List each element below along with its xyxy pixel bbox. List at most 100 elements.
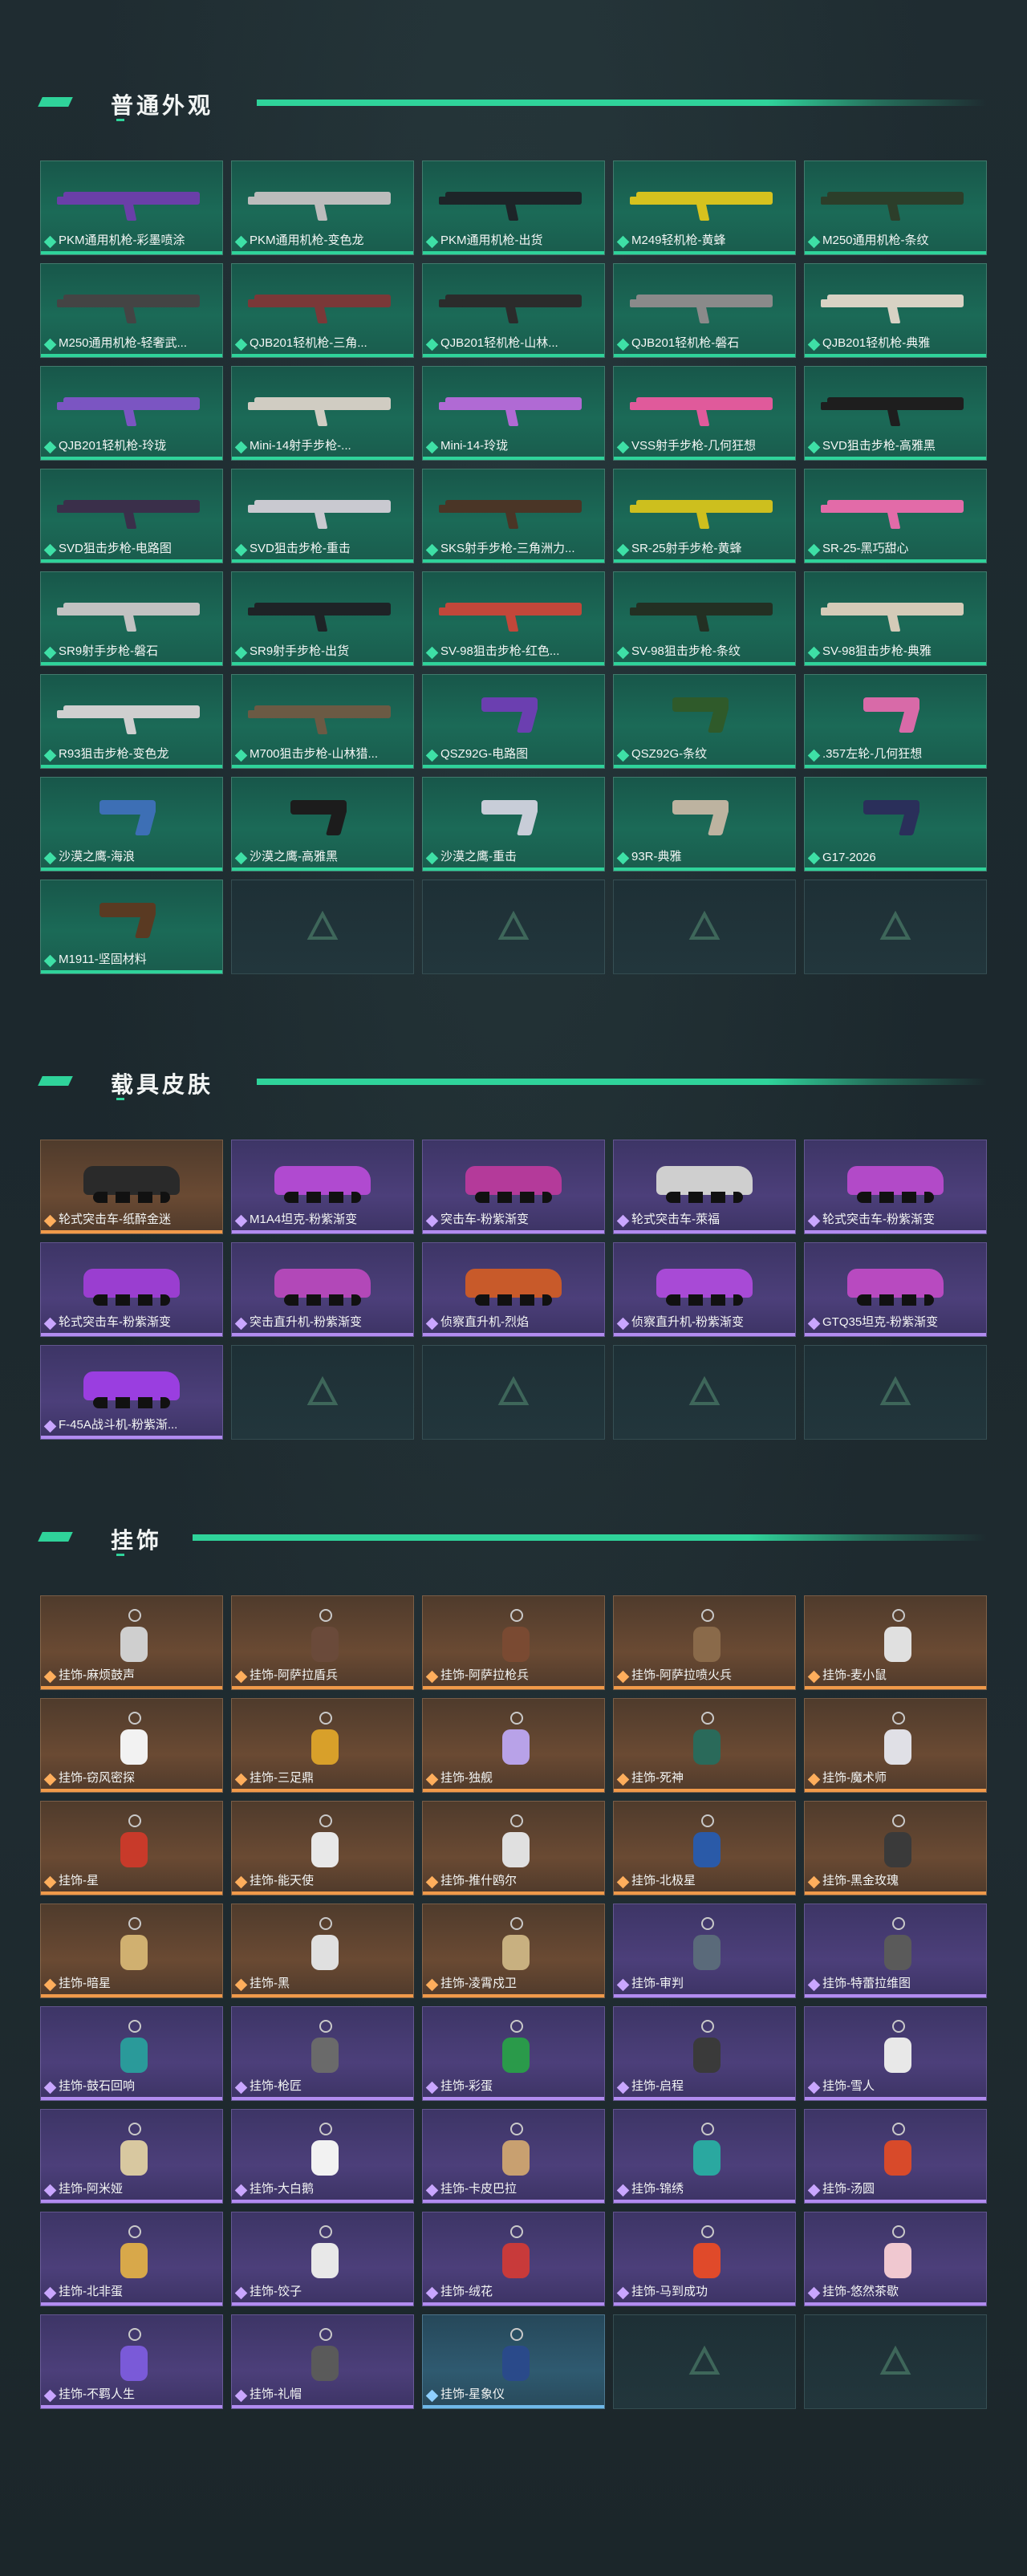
item-card[interactable]: 挂饰-推什鸥尔: [422, 1801, 605, 1895]
item-card[interactable]: 突击直升机-粉紫渐变: [231, 1242, 414, 1337]
item-card[interactable]: 挂饰-锦绣: [613, 2109, 796, 2204]
item-card[interactable]: M250通用机枪-条纹: [804, 160, 987, 255]
rarity-bar: [805, 2200, 986, 2203]
item-card[interactable]: QJB201轻机枪-典雅: [804, 263, 987, 358]
item-card[interactable]: 挂饰-北极星: [613, 1801, 796, 1895]
item-card[interactable]: 轮式突击车-纸醉金迷: [40, 1140, 223, 1234]
item-card[interactable]: PKM通用机枪-变色龙: [231, 160, 414, 255]
item-card[interactable]: M249轻机枪-黄蜂: [613, 160, 796, 255]
item-card[interactable]: QJB201轻机枪-三角...: [231, 263, 414, 358]
item-card[interactable]: QJB201轻机枪-磐石: [613, 263, 796, 358]
item-card[interactable]: 挂饰-雪人: [804, 2006, 987, 2101]
item-card[interactable]: 挂饰-阿萨拉枪兵: [422, 1595, 605, 1690]
item-card[interactable]: 挂饰-特蕾拉维图: [804, 1904, 987, 1998]
item-card[interactable]: VSS射手步枪-几何狂想: [613, 366, 796, 461]
item-card[interactable]: 挂饰-阿米娅: [40, 2109, 223, 2204]
item-card[interactable]: 挂饰-北非蛋: [40, 2212, 223, 2306]
item-card[interactable]: SR9射手步枪-磐石: [40, 571, 223, 666]
item-card[interactable]: 突击车-粉紫渐变: [422, 1140, 605, 1234]
rarity-bar: [423, 1230, 604, 1233]
rarity-diamond-icon: [43, 2286, 57, 2300]
item-card[interactable]: SKS射手步枪-三角洲力...: [422, 469, 605, 563]
item-card[interactable]: 挂饰-礼帽: [231, 2314, 414, 2409]
item-card[interactable]: SR-25射手步枪-黄蜂: [613, 469, 796, 563]
item-card[interactable]: 挂饰-绒花: [422, 2212, 605, 2306]
item-card[interactable]: 挂饰-魔术师: [804, 1698, 987, 1793]
rarity-diamond-icon: [43, 441, 57, 454]
item-card[interactable]: M1911-坚固材料: [40, 880, 223, 974]
weapon-icon: [246, 481, 399, 537]
item-card[interactable]: SVD狙击步枪-高雅黑: [804, 366, 987, 461]
item-card[interactable]: 沙漠之鹰-重击: [422, 777, 605, 872]
item-card[interactable]: SR9射手步枪-出货: [231, 571, 414, 666]
item-card[interactable]: 轮式突击车-粉紫渐变: [40, 1242, 223, 1337]
item-card[interactable]: Mini-14射手步枪-...: [231, 366, 414, 461]
item-card[interactable]: PKM通用机枪-出货: [422, 160, 605, 255]
item-card[interactable]: 沙漠之鹰-高雅黑: [231, 777, 414, 872]
rarity-diamond-icon: [425, 851, 439, 865]
item-card[interactable]: 轮式突击车-粉紫渐变: [804, 1140, 987, 1234]
item-card[interactable]: 挂饰-麦小鼠: [804, 1595, 987, 1690]
item-card[interactable]: SV-98狙击步枪-典雅: [804, 571, 987, 666]
item-card[interactable]: 挂饰-死神: [613, 1698, 796, 1793]
item-card[interactable]: 挂饰-大白鹅: [231, 2109, 414, 2204]
item-card[interactable]: SV-98狙击步枪-红色...: [422, 571, 605, 666]
item-card[interactable]: 挂饰-不羁人生: [40, 2314, 223, 2409]
item-card[interactable]: 挂饰-三足鼎: [231, 1698, 414, 1793]
item-card[interactable]: PKM通用机枪-彩墨喷涂: [40, 160, 223, 255]
item-card[interactable]: 挂饰-能天使: [231, 1801, 414, 1895]
item-card[interactable]: F-45A战斗机-粉紫渐...: [40, 1345, 223, 1440]
item-card[interactable]: 挂饰-鼓石回响: [40, 2006, 223, 2101]
item-card[interactable]: 挂饰-汤圆: [804, 2109, 987, 2204]
item-card[interactable]: 挂饰-马到成功: [613, 2212, 796, 2306]
weapon-icon: [628, 481, 781, 537]
item-card[interactable]: 挂饰-暗星: [40, 1904, 223, 1998]
item-card[interactable]: 挂饰-彩蛋: [422, 2006, 605, 2101]
charm-icon: [628, 2224, 781, 2280]
item-card[interactable]: QSZ92G-电路图: [422, 674, 605, 769]
weapon-icon: [819, 378, 972, 434]
weapon-icon: [55, 686, 208, 742]
item-card[interactable]: 挂饰-星: [40, 1801, 223, 1895]
item-card[interactable]: QJB201轻机枪-山林...: [422, 263, 605, 358]
item-card[interactable]: 挂饰-独舰: [422, 1698, 605, 1793]
item-card[interactable]: 挂饰-窃风密探: [40, 1698, 223, 1793]
item-card[interactable]: M250通用机枪-轻奢武...: [40, 263, 223, 358]
item-card[interactable]: 挂饰-星象仪: [422, 2314, 605, 2409]
rarity-bar: [805, 1994, 986, 1997]
item-card[interactable]: SV-98狙击步枪-条纹: [613, 571, 796, 666]
item-card[interactable]: 挂饰-黑: [231, 1904, 414, 1998]
item-card[interactable]: Mini-14-玲珑: [422, 366, 605, 461]
item-card[interactable]: R93狙击步枪-变色龙: [40, 674, 223, 769]
item-card[interactable]: 侦察直升机-粉紫渐变: [613, 1242, 796, 1337]
item-name: SVD狙击步枪-高雅黑: [822, 439, 936, 453]
item-card[interactable]: 挂饰-麻烦鼓声: [40, 1595, 223, 1690]
rarity-bar: [805, 1230, 986, 1233]
item-card[interactable]: .357左轮-几何狂想: [804, 674, 987, 769]
item-card[interactable]: SR-25-黑巧甜心: [804, 469, 987, 563]
charm-icon: [819, 1813, 972, 1869]
item-card[interactable]: SVD狙击步枪-电路图: [40, 469, 223, 563]
item-card[interactable]: 挂饰-枪匠: [231, 2006, 414, 2101]
item-card[interactable]: M1A4坦克-粉紫渐变: [231, 1140, 414, 1234]
item-card[interactable]: 93R-典雅: [613, 777, 796, 872]
item-card[interactable]: GTQ35坦克-粉紫渐变: [804, 1242, 987, 1337]
item-card[interactable]: 沙漠之鹰-海浪: [40, 777, 223, 872]
item-card[interactable]: 轮式突击车-萊福: [613, 1140, 796, 1234]
item-card[interactable]: 挂饰-启程: [613, 2006, 796, 2101]
item-card[interactable]: 挂饰-阿萨拉盾兵: [231, 1595, 414, 1690]
item-card[interactable]: 挂饰-卡皮巴拉: [422, 2109, 605, 2204]
item-card[interactable]: 挂饰-饺子: [231, 2212, 414, 2306]
item-card[interactable]: 挂饰-审判: [613, 1904, 796, 1998]
item-card[interactable]: 挂饰-阿萨拉喷火兵: [613, 1595, 796, 1690]
item-card[interactable]: 侦察直升机-烈焰: [422, 1242, 605, 1337]
item-card[interactable]: G17-2026: [804, 777, 987, 872]
item-card[interactable]: M700狙击步枪-山林猎...: [231, 674, 414, 769]
item-card[interactable]: SVD狙击步枪-重击: [231, 469, 414, 563]
item-card[interactable]: 挂饰-凌霄戍卫: [422, 1904, 605, 1998]
item-card[interactable]: 挂饰-悠然茶歇: [804, 2212, 987, 2306]
item-card[interactable]: QSZ92G-条纹: [613, 674, 796, 769]
item-card[interactable]: QJB201轻机枪-玲珑: [40, 366, 223, 461]
item-card[interactable]: 挂饰-黑金玫瑰: [804, 1801, 987, 1895]
rarity-diamond-icon: [234, 851, 248, 865]
